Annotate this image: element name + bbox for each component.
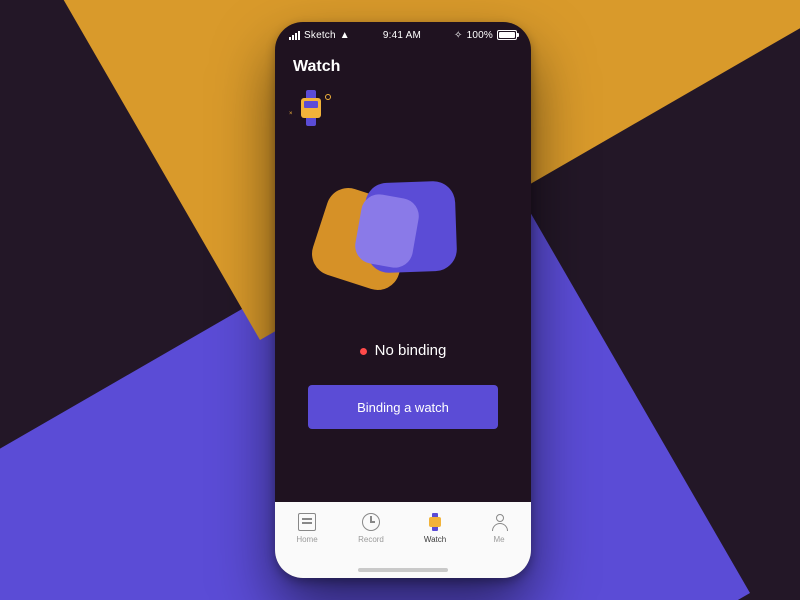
person-icon (489, 512, 509, 532)
signal-icon (289, 31, 300, 40)
tab-bar: Home Record Watch Me (275, 502, 531, 578)
battery-pct-label: 100% (467, 30, 493, 41)
status-left: Sketch ▲ (289, 30, 350, 41)
clock-label: 9:41 AM (383, 30, 421, 41)
stopwatch-icon (361, 512, 381, 532)
watch-icon (425, 512, 445, 532)
tab-home[interactable]: Home (280, 512, 334, 544)
binding-status: No binding (275, 342, 531, 359)
carrier-label: Sketch (304, 30, 336, 41)
empty-state-illustration (318, 182, 468, 302)
tab-record[interactable]: Record (344, 512, 398, 544)
watch-thumbnail[interactable]: × (293, 90, 329, 126)
bluetooth-icon: ✧ (454, 30, 463, 41)
bind-watch-button[interactable]: Binding a watch (308, 385, 498, 429)
status-right: ✧ 100% (454, 30, 517, 41)
wifi-icon: ▲ (340, 30, 350, 41)
page-title: Watch (275, 48, 531, 82)
tab-me[interactable]: Me (472, 512, 526, 544)
tab-label: Me (493, 535, 504, 544)
tab-label: Home (296, 535, 317, 544)
home-icon (297, 512, 317, 532)
phone-frame: Sketch ▲ 9:41 AM ✧ 100% Watch × No bindi… (275, 22, 531, 578)
binding-status-label: No binding (375, 342, 447, 359)
tab-watch[interactable]: Watch (408, 512, 462, 544)
design-canvas: Sketch ▲ 9:41 AM ✧ 100% Watch × No bindi… (0, 0, 800, 600)
battery-icon (497, 30, 517, 40)
tab-label: Watch (424, 535, 446, 544)
tab-label: Record (358, 535, 384, 544)
home-indicator[interactable] (358, 568, 448, 572)
status-bar: Sketch ▲ 9:41 AM ✧ 100% (275, 22, 531, 48)
status-dot-icon (360, 348, 367, 355)
